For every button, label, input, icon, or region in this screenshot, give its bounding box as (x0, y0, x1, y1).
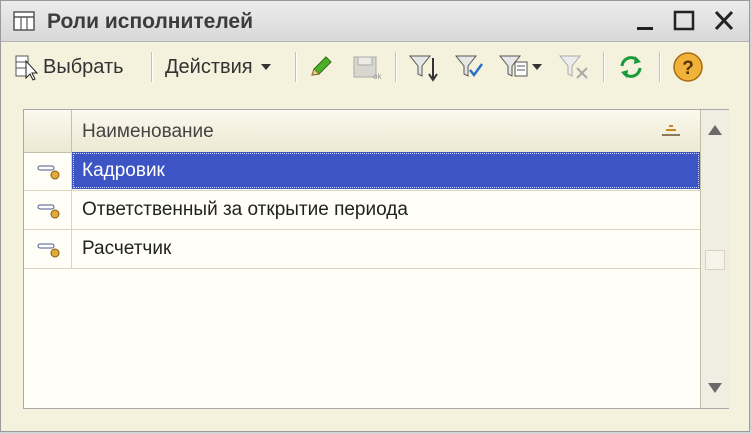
table-row[interactable]: Расчетчик (24, 230, 700, 269)
row-label: Ответственный за открытие периода (82, 199, 408, 220)
role-icon (37, 165, 60, 180)
scroll-thumb[interactable] (705, 250, 725, 270)
table-header: Наименование (24, 110, 700, 153)
actions-label: Действия (165, 55, 253, 78)
row-label: Кадровик (82, 160, 165, 181)
save-button[interactable]: ok (351, 51, 385, 83)
toolbar: Выбрать Действия ok ? (1, 42, 749, 92)
minimize-icon[interactable] (631, 7, 661, 35)
dropdown-arrow-icon (532, 64, 542, 70)
roles-table: Наименование Кадровик Ответственный за о (23, 109, 729, 409)
selection-highlight (72, 152, 700, 189)
cell-divider (71, 230, 72, 268)
toolbar-separator (603, 52, 605, 82)
refresh-icon (620, 56, 642, 78)
filter-clear-icon (558, 55, 588, 79)
role-icon (37, 204, 60, 219)
role-icon (37, 243, 60, 258)
actions-menu-button[interactable]: Действия (165, 51, 273, 83)
scroll-up-icon[interactable] (701, 110, 729, 150)
refresh-button[interactable] (615, 51, 647, 83)
select-label: Выбрать (43, 55, 124, 78)
row-icon-column-header (24, 110, 72, 152)
toolbar-separator (151, 52, 153, 82)
filter-check-button[interactable] (453, 51, 487, 83)
filter-list-icon (498, 55, 528, 77)
select-button[interactable]: Выбрать (13, 51, 124, 83)
column-header-name[interactable]: Наименование (82, 121, 214, 143)
cell-divider (71, 191, 72, 229)
filter-list-button[interactable] (497, 51, 543, 83)
filter-add-icon (408, 55, 438, 82)
dropdown-arrow-icon (260, 64, 271, 70)
filter-add-button[interactable] (407, 51, 441, 83)
table-icon (13, 11, 35, 31)
roles-window: Роли исполнителей Выбрать Действия ok ? … (0, 0, 750, 432)
toolbar-separator (395, 52, 397, 82)
cell-divider (71, 152, 72, 190)
maximize-icon[interactable] (669, 7, 699, 35)
filter-clear-button[interactable] (557, 51, 591, 83)
svg-text:ok: ok (373, 72, 382, 81)
close-icon[interactable] (709, 7, 739, 35)
row-label: Расчетчик (82, 238, 172, 259)
table-row[interactable]: Ответственный за открытие периода (24, 191, 700, 230)
sort-icon[interactable] (660, 124, 682, 138)
toolbar-separator (659, 52, 661, 82)
scroll-down-icon[interactable] (701, 368, 729, 408)
edit-pencil-icon (311, 56, 332, 76)
toolbar-separator (295, 52, 297, 82)
help-icon: ? (673, 52, 703, 82)
filter-check-icon (454, 55, 484, 78)
disabled-save-icon: ok (353, 56, 382, 81)
select-icon (15, 55, 39, 81)
vertical-scrollbar[interactable] (700, 110, 729, 408)
table-row[interactable]: Кадровик (24, 152, 700, 191)
window-title: Роли исполнителей (47, 10, 254, 33)
svg-text:?: ? (682, 58, 694, 79)
edit-button[interactable] (307, 51, 335, 83)
titlebar[interactable]: Роли исполнителей (1, 1, 749, 42)
help-button[interactable]: ? (671, 51, 705, 83)
